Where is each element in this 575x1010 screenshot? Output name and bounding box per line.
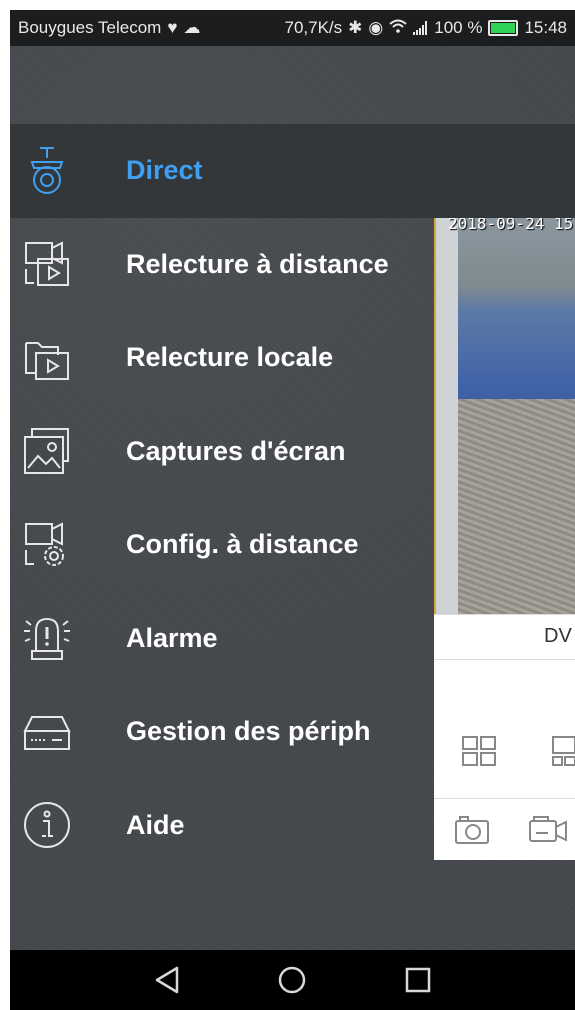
- info-icon: [22, 800, 72, 850]
- net-speed: 70,7K/s: [284, 18, 343, 37]
- menu-item-remote-playback[interactable]: Relecture à distance: [10, 218, 434, 312]
- menu-label-screenshots: Captures d'écran: [126, 435, 346, 466]
- menu-label-local-playback: Relecture locale: [126, 342, 334, 373]
- single-layout-icon[interactable]: [552, 736, 575, 766]
- navigation-drawer: Direct Relecture à distance Relecture lo…: [10, 124, 575, 873]
- drawer-header: [10, 46, 575, 124]
- alarm-icon: [22, 613, 72, 663]
- menu-item-alarm[interactable]: Alarme: [10, 592, 434, 686]
- menu-label-alarm: Alarme: [126, 622, 218, 653]
- snapshot-icon[interactable]: [454, 815, 490, 845]
- carrier-name: Bouygues Telecom: [18, 18, 162, 37]
- camera-live-view[interactable]: 2018-09-24 15: [434, 204, 575, 614]
- menu-label-remote-playback: Relecture à distance: [126, 248, 389, 279]
- local-playback-icon: [22, 333, 72, 383]
- device-label-bar: DV: [434, 614, 575, 660]
- camera-icon: [22, 146, 72, 196]
- menu-label-remote-config: Config. à distance: [126, 529, 359, 560]
- remote-config-icon: [22, 520, 72, 570]
- remote-playback-icon: [22, 239, 72, 289]
- menu-label-direct: Direct: [126, 155, 203, 186]
- status-bar: Bouygues Telecom ♥ ☁ 70,7K/s ✱ ◉ 100 % 1…: [10, 10, 575, 46]
- action-bar: [434, 798, 575, 861]
- home-icon[interactable]: [277, 965, 307, 995]
- back-icon[interactable]: [153, 965, 183, 995]
- wifi-icon: [389, 18, 407, 38]
- clock: 15:48: [524, 18, 567, 37]
- menu-item-device-management[interactable]: Gestion des périph: [10, 685, 434, 779]
- record-icon[interactable]: [528, 815, 568, 845]
- app-main-panel: 2018-09-24 15 DV: [434, 138, 575, 860]
- battery-percent: 100 %: [434, 18, 483, 37]
- eye-icon: ◉: [368, 18, 384, 37]
- signal-icon: [413, 21, 428, 35]
- menu-label-device-management: Gestion des périph: [126, 716, 371, 747]
- camera-scene-ground: [458, 399, 575, 614]
- menu-item-direct[interactable]: Direct: [10, 124, 575, 218]
- image-icon: [22, 426, 72, 476]
- menu-item-local-playback[interactable]: Relecture locale: [10, 311, 434, 405]
- menu-item-help[interactable]: Aide: [10, 779, 434, 873]
- battery-icon: [488, 20, 519, 36]
- menu-item-remote-config[interactable]: Config. à distance: [10, 498, 434, 592]
- grid-layout-icon[interactable]: [462, 736, 496, 766]
- recents-icon[interactable]: [403, 965, 433, 995]
- menu-label-help: Aide: [126, 809, 185, 840]
- system-navigation-bar: [10, 950, 575, 1010]
- device-icon: [22, 707, 72, 757]
- device-label: DV: [544, 625, 572, 647]
- cloud-icon: ☁: [183, 18, 201, 37]
- menu-item-screenshots[interactable]: Captures d'écran: [10, 405, 434, 499]
- layout-controls: [434, 728, 575, 778]
- heart-icon: ♥: [167, 18, 178, 37]
- bluetooth-icon: ✱: [348, 18, 363, 37]
- phone-screen: Bouygues Telecom ♥ ☁ 70,7K/s ✱ ◉ 100 % 1…: [10, 10, 575, 1010]
- camera-scene-wall: [436, 204, 458, 614]
